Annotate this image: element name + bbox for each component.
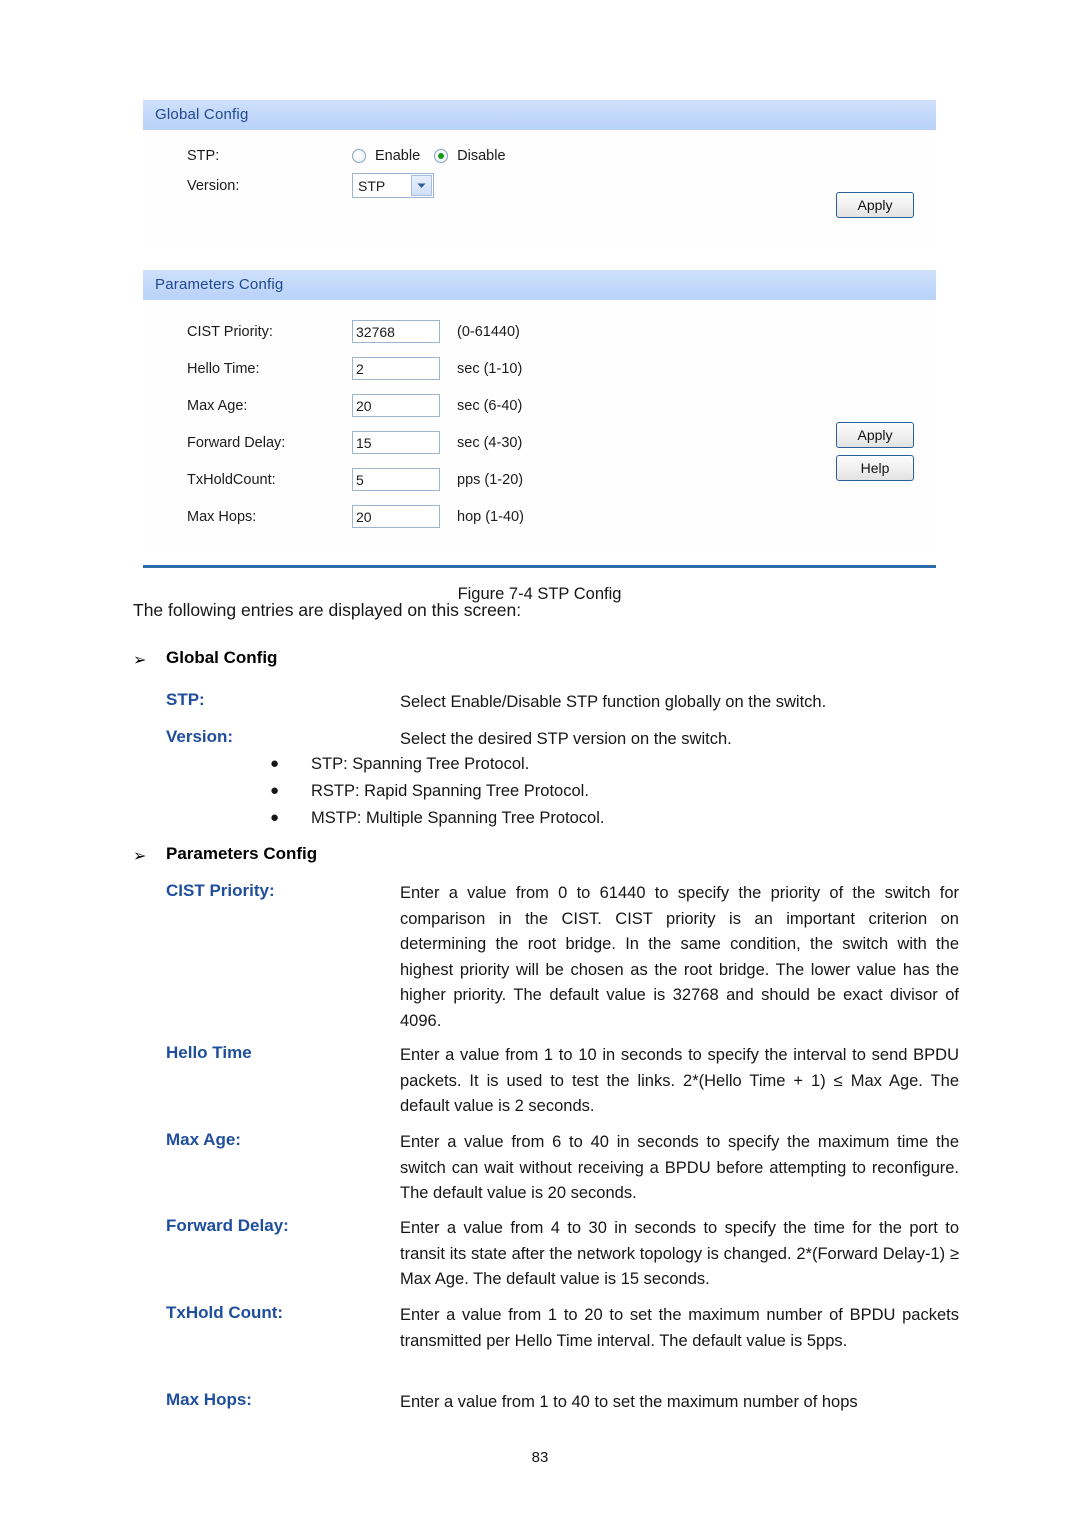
stp-radio-disable[interactable]: Disable [434, 147, 506, 164]
table-row: TxHoldCount: pps (1-20) [143, 461, 936, 498]
entry-term-stp: STP: [166, 690, 205, 709]
arrow-bullet-icon: ➢ [133, 652, 147, 669]
entry-desc-cist-priority: Enter a value from 0 to 61440 to specify… [400, 884, 959, 1030]
table-row: Max Hops: hop (1-40) [143, 498, 936, 535]
txholdcount-field-area: pps (1-20) [352, 468, 523, 491]
parameters-config-panel-header: Parameters Config [143, 270, 936, 300]
forward-delay-hint: sec (4-30) [457, 434, 523, 451]
entry-term-hello-time: Hello Time [166, 1043, 252, 1062]
cist-priority-hint: (0-61440) [457, 323, 520, 340]
max-hops-hint: hop (1-40) [457, 508, 524, 525]
cist-priority-input[interactable] [352, 320, 440, 343]
stp-radio-group[interactable]: Enable Disable [352, 148, 520, 164]
intro-paragraph: The following entries are displayed on t… [133, 600, 522, 620]
entry-term-max-age: Max Age: [166, 1130, 241, 1149]
hello-time-label: Hello Time: [187, 360, 260, 377]
forward-delay-input[interactable] [352, 431, 440, 454]
parameters-config-panel-body: CIST Priority: (0-61440) Hello Time: sec… [143, 300, 936, 553]
section-heading-label: Global Config [166, 648, 278, 667]
list-item-label: STP: Spanning Tree Protocol. [311, 755, 530, 773]
parameters-config-apply-button[interactable]: Apply [836, 422, 914, 448]
cist-priority-label: CIST Priority: [187, 323, 273, 340]
radio-checked-icon[interactable] [434, 148, 449, 163]
global-config-panel-header: Global Config [143, 100, 936, 130]
max-age-field-area: sec (6-40) [352, 394, 522, 417]
section-heading-label: Parameters Config [166, 844, 318, 863]
version-select-value: STP [358, 177, 386, 194]
radio-unchecked-icon[interactable] [352, 148, 366, 163]
hello-time-input[interactable] [352, 357, 440, 380]
entry-desc-forward-delay: Enter a value from 4 to 30 in seconds to… [400, 1219, 959, 1288]
bullet-dot-icon: ● [270, 809, 280, 826]
forward-delay-label: Forward Delay: [187, 434, 286, 451]
max-age-label: Max Age: [187, 397, 248, 414]
stp-radio-enable-label: Enable [375, 147, 421, 164]
stp-radio-disable-label: Disable [457, 147, 506, 164]
txholdcount-label: TxHoldCount: [187, 471, 276, 488]
stp-config-screenshot: Global Config STP: Enable Disable Versio… [143, 100, 936, 604]
max-age-hint: sec (6-40) [457, 397, 523, 414]
entry-term-forward-delay: Forward Delay: [166, 1216, 289, 1235]
figure-bottom-rule [143, 565, 936, 568]
global-config-apply-button[interactable]: Apply [836, 192, 914, 218]
stp-enable-row: STP: Enable Disable [143, 130, 936, 167]
table-row: Hello Time: sec (1-10) [143, 350, 936, 387]
max-age-input[interactable] [352, 394, 440, 417]
version-field-area: STP [352, 173, 434, 198]
entry-term-max-hops: Max Hops: [166, 1390, 252, 1409]
hello-time-hint: sec (1-10) [457, 360, 523, 377]
entry-desc-version: Select the desired STP version on the sw… [400, 730, 732, 748]
entry-term-txhold-count: TxHold Count: [166, 1303, 284, 1322]
max-hops-label: Max Hops: [187, 508, 257, 525]
stp-radio-enable[interactable]: Enable [352, 148, 420, 164]
bullet-dot-icon: ● [270, 755, 280, 772]
bullet-dot-icon: ● [270, 782, 280, 799]
parameters-config-help-button[interactable]: Help [836, 455, 914, 481]
max-hops-input[interactable] [352, 505, 440, 528]
entry-desc-max-age: Enter a value from 6 to 40 in seconds to… [400, 1133, 959, 1202]
entry-desc-max-hops: Enter a value from 1 to 40 to set the ma… [400, 1393, 858, 1411]
cist-priority-field-area: (0-61440) [352, 320, 520, 343]
parameters-config-button-stack: Apply Help [836, 422, 914, 481]
table-row: CIST Priority: (0-61440) [143, 313, 936, 350]
stp-version-row: Version: STP [143, 167, 936, 204]
table-row: Max Age: sec (6-40) [143, 387, 936, 424]
version-select[interactable]: STP [352, 173, 434, 198]
entry-term-cist-priority: CIST Priority: [166, 881, 275, 900]
global-config-panel-body: STP: Enable Disable Version: STP Apply [143, 130, 936, 248]
list-item-label: MSTP: Multiple Spanning Tree Protocol. [311, 809, 605, 827]
chevron-down-icon[interactable] [411, 175, 432, 196]
forward-delay-field-area: sec (4-30) [352, 431, 522, 454]
hello-time-field-area: sec (1-10) [352, 357, 522, 380]
list-item-label: RSTP: Rapid Spanning Tree Protocol. [311, 782, 589, 800]
arrow-bullet-icon: ➢ [133, 848, 147, 865]
global-config-button-stack: Apply [836, 192, 914, 218]
txholdcount-input[interactable] [352, 468, 440, 491]
txholdcount-hint: pps (1-20) [457, 471, 524, 488]
entry-desc-txhold-count: Enter a value from 1 to 20 to set the ma… [400, 1306, 959, 1350]
stp-field-label: STP: [187, 147, 220, 164]
version-field-label: Version: [187, 177, 240, 194]
entry-desc-stp: Select Enable/Disable STP function globa… [400, 693, 827, 711]
table-row: Forward Delay: sec (4-30) [143, 424, 936, 461]
max-hops-field-area: hop (1-40) [352, 505, 524, 528]
entry-desc-hello-time: Enter a value from 1 to 10 in seconds to… [400, 1046, 959, 1115]
entry-term-version: Version: [166, 727, 234, 746]
page-number: 83 [531, 1449, 549, 1466]
